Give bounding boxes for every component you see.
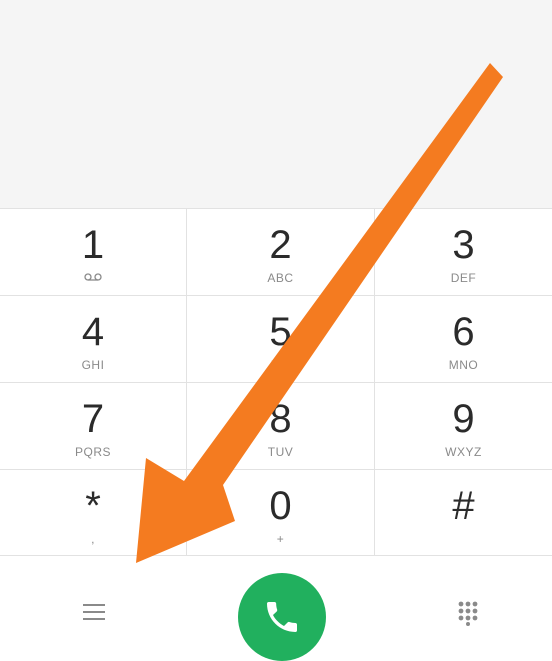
phone-icon [267, 602, 297, 632]
key-4[interactable]: 4 GHI [0, 296, 187, 383]
key-digit: # [452, 484, 475, 528]
number-display [0, 0, 552, 208]
key-7[interactable]: 7 PQRS [0, 383, 187, 470]
key-2[interactable]: 2 ABC [187, 209, 375, 296]
key-hash[interactable]: # [375, 470, 552, 556]
key-digit: 8 [269, 397, 292, 441]
key-digit: 2 [269, 223, 292, 267]
key-digit: 6 [452, 310, 475, 354]
key-digit: * [85, 484, 101, 528]
key-letters: WXYZ [445, 445, 482, 459]
key-digit: 1 [81, 223, 105, 267]
menu-icon[interactable] [82, 602, 106, 622]
dialpad-icon[interactable] [457, 600, 479, 626]
call-button[interactable] [238, 573, 326, 661]
key-digit: 5 [269, 310, 292, 354]
key-letters: PQRS [74, 445, 111, 459]
key-star[interactable]: * , [0, 470, 187, 556]
dial-keypad: 1 2 ABC 3 DEF 4 GHI 5 JKL 6 MNO 7 PQRS 8… [0, 208, 552, 556]
key-letters: , [91, 532, 95, 546]
key-digit: 0 [269, 484, 292, 528]
key-letters: ABC [267, 271, 294, 285]
voicemail-icon [84, 273, 102, 281]
key-9[interactable]: 9 WXYZ [375, 383, 552, 470]
key-digit: 4 [81, 310, 105, 354]
key-8[interactable]: 8 TUV [187, 383, 375, 470]
key-letters: TUV [267, 445, 294, 459]
key-digit: 3 [452, 223, 475, 267]
key-letters: JKL [269, 358, 292, 372]
key-5[interactable]: 5 JKL [187, 296, 375, 383]
key-letters: MNO [448, 358, 479, 372]
key-letters: DEF [450, 271, 477, 285]
key-digit: 7 [81, 397, 105, 441]
key-0[interactable]: 0 + [187, 470, 375, 556]
key-3[interactable]: 3 DEF [375, 209, 552, 296]
key-letters: GHI [81, 358, 105, 372]
key-letters: + [276, 532, 285, 546]
key-digit: 9 [452, 397, 475, 441]
key-6[interactable]: 6 MNO [375, 296, 552, 383]
key-1[interactable]: 1 [0, 209, 187, 296]
